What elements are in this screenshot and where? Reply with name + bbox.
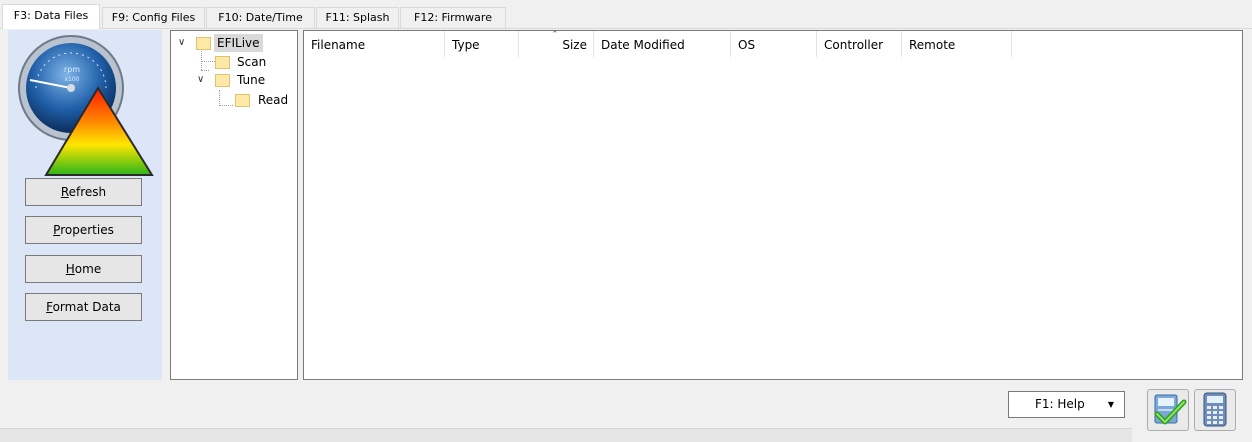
column-header-filename[interactable]: Filename — [304, 31, 445, 57]
format-data-button[interactable]: Format Data — [25, 293, 142, 321]
tab-date-time[interactable]: F10: Date/Time — [206, 7, 315, 28]
gauge-label-x100: x100 — [64, 76, 79, 83]
properties-button[interactable]: Properties — [25, 216, 142, 244]
program-ok-button[interactable] — [1147, 389, 1189, 431]
help-dropdown-label: F1: Help — [1035, 397, 1085, 411]
home-label: ome — [74, 262, 102, 276]
tree-node-tune[interactable]: ∨ Tune — [171, 71, 297, 89]
gauge-label-rpm: rpm — [64, 65, 80, 74]
calculator-button[interactable] — [1194, 389, 1236, 431]
file-list[interactable]: Filename Type Size ˆ Date Modified OS Co… — [303, 29, 1243, 380]
checkmark-device-icon — [1154, 394, 1187, 425]
tab-firmware[interactable]: F12: Firmware — [400, 7, 506, 28]
tab-strip-divider — [0, 28, 1252, 29]
refresh-label: efresh — [68, 185, 107, 199]
sidebar-panel: rpm x100 Refresh Properties Home Format … — [8, 30, 162, 380]
tab-splash[interactable]: F11: Splash — [316, 7, 399, 28]
efilive-logo: rpm x100 — [18, 35, 154, 176]
folder-icon — [196, 37, 211, 50]
column-header-date-modified[interactable]: Date Modified — [594, 31, 731, 57]
tree-node-read[interactable]: Read — [171, 90, 297, 108]
tree-label-read: Read — [258, 93, 289, 107]
dropdown-caret-icon: ▼ — [1107, 400, 1114, 409]
tab-config-files[interactable]: F9: Config Files — [102, 7, 205, 28]
home-button[interactable]: Home — [25, 255, 142, 283]
home-accel: H — [65, 262, 75, 276]
tree-label-scan: Scan — [237, 55, 267, 69]
column-header-type[interactable]: Type — [445, 31, 519, 57]
folder-icon — [215, 56, 230, 69]
refresh-button[interactable]: Refresh — [25, 178, 142, 206]
tree-label-tune: Tune — [237, 73, 266, 87]
folder-tree[interactable]: ∨ EFILive Scan ∨ Tune Read — [170, 30, 298, 380]
tab-data-files[interactable]: F3: Data Files — [2, 4, 100, 29]
format-data-label: ormat Data — [52, 300, 121, 314]
chevron-down-icon[interactable]: ∨ — [178, 34, 185, 52]
column-header-remote[interactable]: Remote — [902, 31, 1012, 57]
chevron-down-icon[interactable]: ∨ — [197, 71, 204, 89]
tree-node-scan[interactable]: Scan — [171, 53, 297, 71]
column-header-controller[interactable]: Controller — [817, 31, 902, 57]
folder-icon — [235, 94, 250, 107]
refresh-accel: R — [60, 185, 69, 199]
tab-strip: F3: Data Files F9: Config Files F10: Dat… — [0, 4, 1252, 29]
status-bar — [0, 428, 1132, 442]
calculator-icon — [1203, 392, 1227, 427]
sort-ascending-icon: ˆ — [552, 29, 558, 42]
tree-label-efilive: EFILive — [214, 34, 263, 52]
column-header-os[interactable]: OS — [731, 31, 817, 57]
help-dropdown[interactable]: F1: Help ▼ — [1008, 391, 1125, 418]
tree-node-efilive[interactable]: ∨ EFILive — [171, 34, 297, 52]
properties-label: roperties — [60, 223, 114, 237]
folder-icon — [215, 74, 230, 87]
